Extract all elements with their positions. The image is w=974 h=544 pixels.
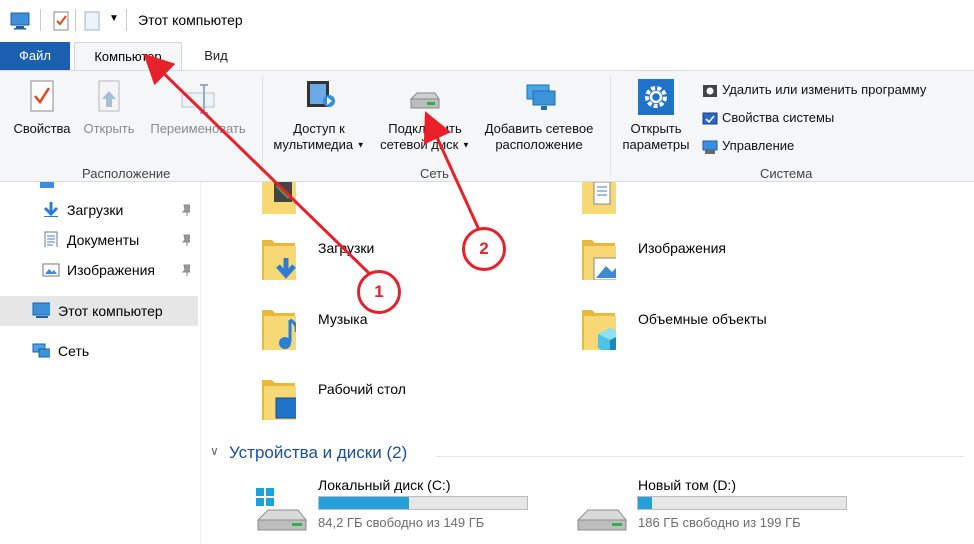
rename-button[interactable]: Переименовать — [142, 77, 254, 137]
tab-computer[interactable]: Компьютер — [74, 42, 182, 70]
folder-label-downloads[interactable]: Загрузки — [318, 240, 374, 256]
tab-view[interactable]: Вид — [186, 42, 246, 70]
computer-icon — [10, 12, 30, 30]
group-network-label: Сеть — [420, 166, 449, 181]
open-button[interactable]: Открыть — [76, 77, 142, 137]
properties-label: Свойства — [13, 121, 71, 136]
annotation-marker-2: 2 — [462, 227, 506, 271]
media-access-label-2: мультимедиа — [273, 137, 354, 152]
nav-item-this-pc[interactable]: Этот компьютер — [58, 300, 163, 322]
map-drive-label-1: Подключить — [388, 121, 462, 136]
add-network-location-button[interactable]: Добавить сетевое расположение — [476, 77, 602, 153]
add-network-location-icon — [526, 84, 556, 110]
computer-icon — [32, 302, 50, 318]
media-access-icon — [307, 81, 335, 107]
open-settings-label-2: параметры — [622, 137, 690, 152]
map-drive-label-2: сетевой диск — [380, 137, 459, 152]
desktop-folder-icon[interactable] — [260, 376, 296, 420]
hard-drive-icon[interactable] — [574, 496, 630, 536]
network-drive-icon — [409, 92, 440, 109]
windows-drive-icon[interactable] — [254, 486, 310, 534]
pictures-folder-icon[interactable] — [580, 236, 616, 280]
uninstall-program-button[interactable]: Удалить или изменить программу — [702, 80, 926, 100]
drive-c-name[interactable]: Локальный диск (C:) — [318, 477, 451, 493]
drive-d-name[interactable]: Новый том (D:) — [638, 477, 736, 493]
manage-label: Управление — [722, 138, 795, 153]
customize-toolbar-dropdown-icon[interactable]: ▼ — [109, 13, 119, 24]
title-bar: ▼ Этот компьютер — [0, 0, 974, 42]
ribbon: Свойства Открыть Переименовать Расположе… — [0, 70, 974, 182]
documents-folder-icon[interactable] — [580, 182, 616, 226]
section-divider — [436, 456, 964, 457]
open-settings-label-1: Открыть — [630, 121, 682, 136]
media-access-dropdown-icon[interactable]: ▼ — [357, 141, 365, 150]
devices-section-title[interactable]: Устройства и диски (2) — [229, 443, 407, 463]
manage-icon — [702, 140, 718, 154]
nav-item-documents[interactable]: Документы — [67, 229, 139, 251]
drive-d-usage-fill — [638, 497, 652, 509]
uninstall-icon — [703, 84, 717, 97]
system-properties-label: Свойства системы — [722, 110, 835, 125]
drive-c-usage-fill — [319, 497, 410, 509]
annotation-marker-1: 1 — [357, 270, 401, 314]
settings-gear-icon — [638, 79, 674, 115]
collapse-chevron-icon[interactable]: ∨ — [210, 444, 219, 458]
download-arrow-icon — [43, 202, 59, 217]
rename-label: Переименовать — [150, 121, 246, 136]
nav-item-pictures[interactable]: Изображения — [67, 259, 155, 281]
properties-quick-icon[interactable] — [52, 10, 70, 32]
drive-d-usage-bar — [637, 496, 847, 510]
ribbon-tabs: Файл Компьютер Вид — [0, 42, 974, 70]
drive-c-free-space: 84,2 ГБ свободно из 149 ГБ — [318, 515, 485, 530]
folder-label-3d-objects[interactable]: Объемные объекты — [638, 311, 767, 327]
folder-label-desktop[interactable]: Рабочий стол — [318, 381, 406, 397]
add-location-label-1: Добавить сетевое — [484, 121, 594, 136]
downloads-folder-icon[interactable] — [260, 236, 296, 280]
music-folder-icon[interactable] — [260, 306, 296, 350]
map-network-drive-button[interactable]: Подключить сетевой диск ▼ — [376, 77, 474, 154]
folder-label-pictures[interactable]: Изображения — [638, 240, 726, 256]
window-title: Этот компьютер — [138, 12, 243, 28]
group-location-label: Расположение — [82, 166, 171, 181]
properties-button[interactable]: Свойства — [8, 77, 76, 137]
nav-item-downloads[interactable]: Загрузки — [67, 199, 123, 221]
video-folder-icon[interactable] — [260, 182, 296, 226]
rename-icon — [181, 84, 215, 114]
image-icon — [42, 263, 60, 277]
pin-icon[interactable] — [182, 264, 190, 276]
document-icon — [44, 231, 58, 247]
system-properties-button[interactable]: Свойства системы — [702, 108, 834, 128]
nav-item-network[interactable]: Сеть — [58, 340, 89, 362]
network-icon — [32, 343, 50, 358]
tab-file[interactable]: Файл — [0, 42, 70, 70]
media-access-button[interactable]: Доступ к мультимедиа ▼ — [266, 77, 372, 154]
drive-c-usage-bar — [318, 496, 528, 510]
open-settings-button[interactable]: Открыть параметры — [614, 77, 698, 153]
add-location-label-2: расположение — [495, 137, 583, 152]
drive-d-free-space: 186 ГБ свободно из 199 ГБ — [638, 515, 801, 530]
pin-icon[interactable] — [182, 204, 190, 216]
system-properties-icon — [702, 112, 718, 125]
group-system-label: Система — [760, 166, 813, 181]
uninstall-label: Удалить или изменить программу — [722, 82, 927, 97]
3d-objects-folder-icon[interactable] — [580, 306, 616, 350]
folder-label-music[interactable]: Музыка — [318, 311, 368, 327]
pin-icon[interactable] — [182, 234, 190, 246]
properties-icon — [30, 80, 54, 112]
manage-button[interactable]: Управление — [702, 136, 794, 156]
media-access-label-1: Доступ к — [293, 121, 345, 136]
open-icon — [98, 80, 120, 112]
quick-access-partial-icon — [40, 182, 54, 188]
new-folder-quick-icon[interactable] — [83, 10, 101, 32]
map-drive-dropdown-icon[interactable]: ▼ — [462, 141, 470, 150]
open-label: Открыть — [83, 121, 135, 136]
